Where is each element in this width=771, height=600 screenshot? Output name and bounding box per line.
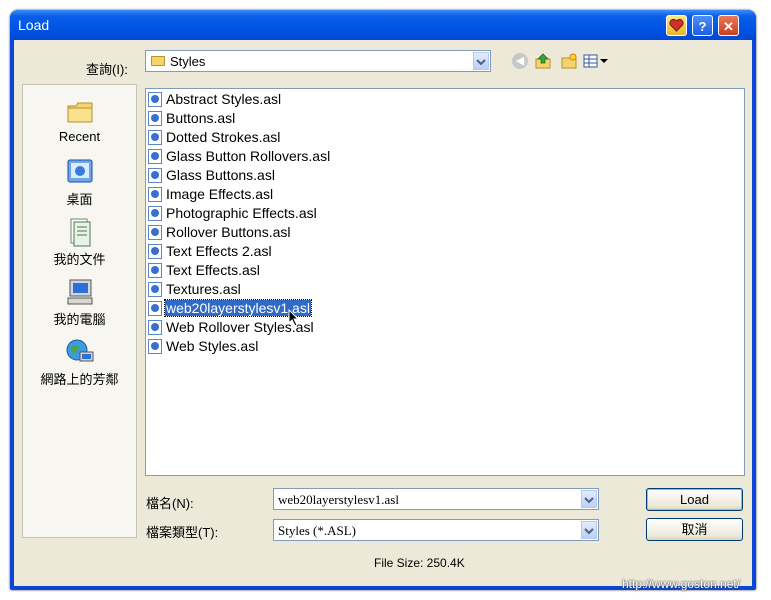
my-documents-icon bbox=[65, 217, 95, 247]
file-name-input[interactable]: web20layerstylesv1.asl bbox=[273, 488, 599, 510]
file-name-value: web20layerstylesv1.asl bbox=[278, 492, 399, 507]
file-type-label: 檔案類型(T): bbox=[146, 525, 219, 540]
chevron-down-icon[interactable] bbox=[473, 52, 489, 70]
desktop-icon bbox=[65, 157, 95, 187]
watermark-text: http://www.goston.net/ bbox=[622, 577, 741, 591]
places-label-desktop: 桌面 bbox=[66, 192, 93, 207]
title-bar[interactable]: Load ? ✕ bbox=[10, 10, 756, 40]
style-file-icon bbox=[148, 339, 162, 354]
style-file-icon bbox=[148, 149, 162, 164]
places-label-my-documents: 我的文件 bbox=[53, 252, 106, 267]
chevron-down-icon[interactable] bbox=[581, 521, 597, 539]
look-in-dropdown[interactable]: Styles bbox=[145, 50, 491, 72]
my-computer-icon bbox=[65, 277, 95, 307]
file-size-text: File Size: 250.4K bbox=[374, 556, 465, 570]
back-icon[interactable]: ◀ bbox=[512, 53, 528, 69]
style-file-icon bbox=[148, 206, 162, 221]
folder-icon bbox=[151, 56, 165, 66]
style-file-icon bbox=[148, 301, 162, 316]
heart-icon[interactable] bbox=[666, 15, 687, 36]
places-item-desktop[interactable]: 桌面 bbox=[23, 157, 136, 208]
places-bar: Recent 桌面 我的文件 我的電腦 網路上的芳鄰 bbox=[22, 84, 137, 538]
chevron-down-icon[interactable] bbox=[581, 490, 597, 508]
file-list[interactable]: Abstract Styles.asl Buttons.asl Dotted S… bbox=[145, 88, 745, 476]
mouse-cursor-icon bbox=[288, 308, 300, 330]
places-label-recent: Recent bbox=[58, 129, 101, 144]
places-label-my-computer: 我的電腦 bbox=[53, 312, 106, 327]
new-folder-icon[interactable] bbox=[561, 53, 577, 69]
style-file-icon bbox=[148, 244, 162, 259]
style-file-icon bbox=[148, 92, 162, 107]
places-item-my-computer[interactable]: 我的電腦 bbox=[23, 277, 136, 328]
help-button[interactable]: ? bbox=[692, 15, 713, 36]
style-file-icon bbox=[148, 111, 162, 126]
close-button[interactable]: ✕ bbox=[718, 15, 739, 36]
dialog-client-area: 查詢(I): Styles ◀ Recent 桌面 我的文件 我的電腦 網路上的… bbox=[14, 40, 752, 586]
style-file-icon bbox=[148, 187, 162, 202]
view-menu-icon[interactable] bbox=[583, 53, 609, 69]
network-icon bbox=[65, 337, 95, 367]
places-item-recent[interactable]: Recent bbox=[23, 97, 136, 144]
style-file-icon bbox=[148, 168, 162, 183]
look-in-value: Styles bbox=[170, 54, 206, 69]
load-dialog-window: Load ? ✕ 查詢(I): Styles ◀ Recent 桌面 我的文件 … bbox=[10, 10, 756, 590]
style-file-icon bbox=[148, 225, 162, 240]
recent-folder-icon bbox=[65, 97, 95, 127]
load-button[interactable]: Load bbox=[646, 488, 743, 511]
style-file-icon bbox=[148, 282, 162, 297]
file-name-label: 檔名(N): bbox=[146, 496, 194, 511]
style-file-icon bbox=[148, 130, 162, 145]
places-item-network[interactable]: 網路上的芳鄰 bbox=[23, 337, 136, 388]
file-type-value: Styles (*.ASL) bbox=[278, 523, 356, 538]
cancel-button[interactable]: 取消 bbox=[646, 518, 743, 541]
places-item-my-documents[interactable]: 我的文件 bbox=[23, 217, 136, 268]
style-file-icon bbox=[148, 320, 162, 335]
window-title: Load bbox=[18, 17, 50, 33]
places-label-network: 網路上的芳鄰 bbox=[40, 372, 119, 387]
look-in-label: 查詢(I): bbox=[86, 62, 128, 77]
file-type-select[interactable]: Styles (*.ASL) bbox=[273, 519, 599, 541]
style-file-icon bbox=[148, 263, 162, 278]
up-folder-icon[interactable] bbox=[535, 53, 551, 69]
